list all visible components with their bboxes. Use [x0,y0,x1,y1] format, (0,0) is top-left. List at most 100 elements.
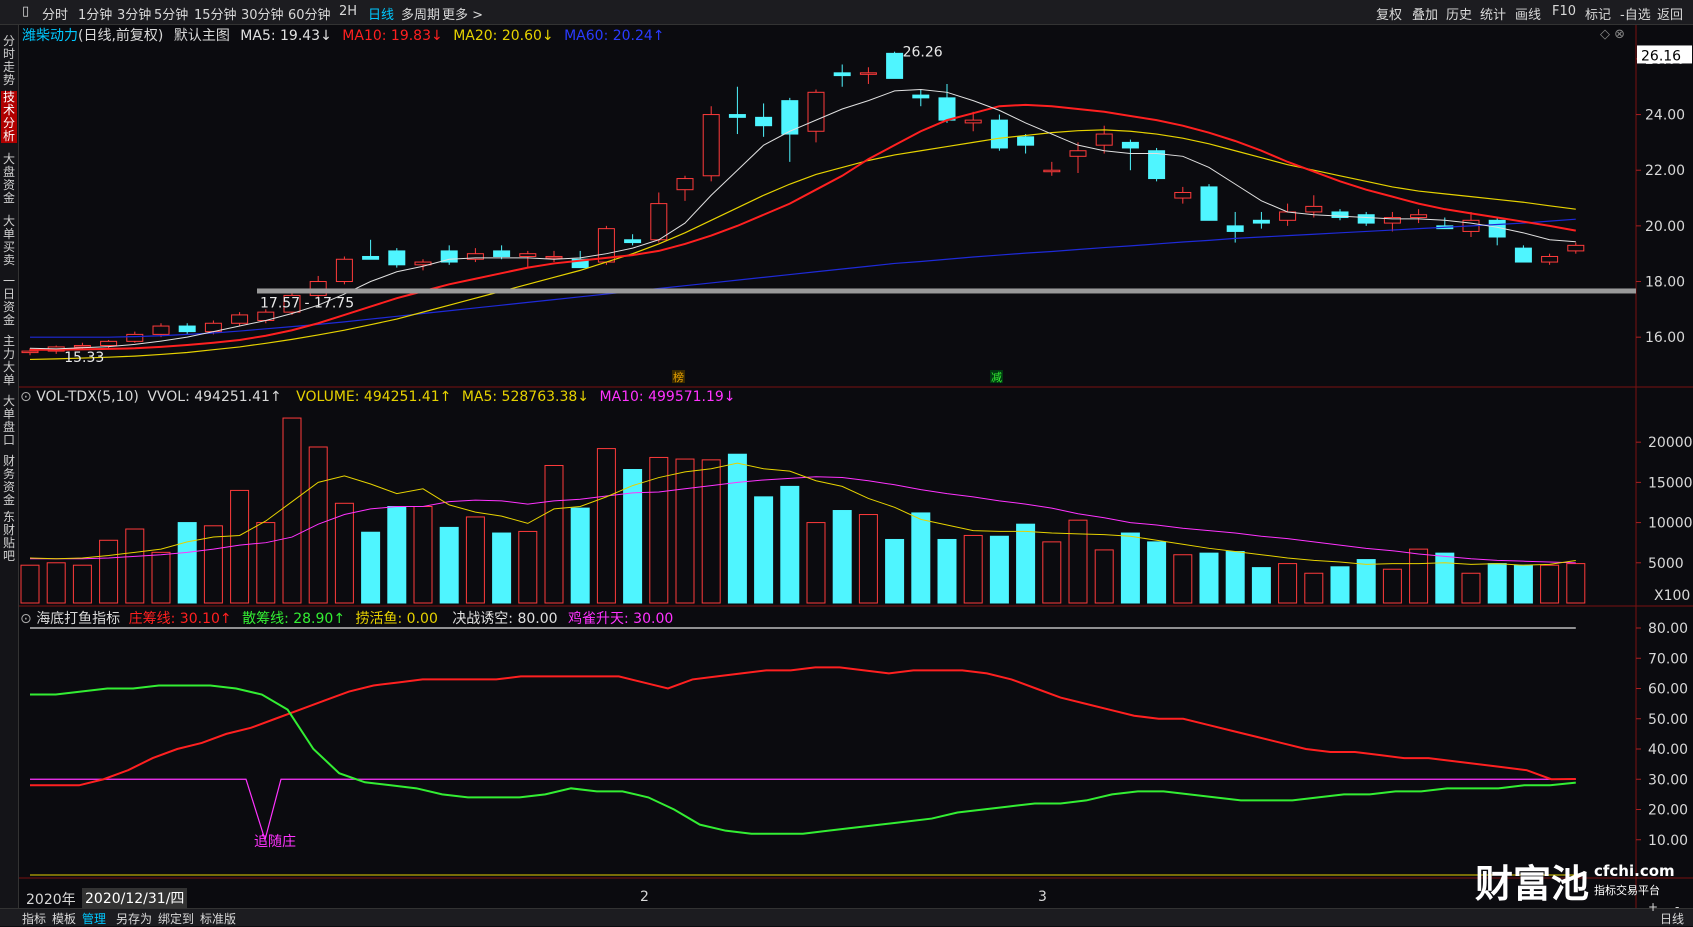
candle-body [964,119,982,124]
volume-bar [1540,564,1560,604]
period-tab-9[interactable]: 多周期 [401,4,440,23]
side-tab-7[interactable]: 财务资金 [1,455,17,507]
period-tab-8[interactable]: 日线 [368,4,394,23]
candle [1279,203,1297,226]
candle [231,312,249,327]
toolbar-button-5[interactable]: F10 [1552,4,1576,19]
high-price-label: 26.26 [903,45,943,61]
year-label: 2020年 [26,892,76,908]
toolbar-button-6[interactable]: 标记 [1585,4,1611,23]
period-tab-7[interactable]: 2H [339,4,357,19]
volume-tick-label: 15000 [1648,475,1693,491]
price-tick-label: 18.00 [1645,275,1685,291]
slogan-watermark: 指标交易平台 [1594,884,1660,897]
bottom-tab-1[interactable]: 模板 [52,910,76,927]
volume-bar [780,485,800,604]
stock-name[interactable]: 潍柴动力 [22,28,78,44]
indicator-header: ⊙ 海底打鱼指标 庄筹线: 30.10↑ 散筹线: 28.90↑ 捞活鱼: 0.… [20,608,673,628]
period-tab-2[interactable]: 3分钟 [117,4,151,23]
period-tab-10[interactable]: 更多 > [442,4,483,23]
volume-bar [1016,523,1036,604]
period-tab-3[interactable]: 5分钟 [154,4,188,23]
candle-body [1069,150,1087,157]
side-tab-1[interactable]: 技术分析 [1,91,17,143]
candle-body [362,255,380,260]
period-tab-4[interactable]: 15分钟 [194,4,237,23]
low-price-label: 15.33 [64,350,104,366]
indicator-tick-label: 60.00 [1648,682,1688,698]
volume-bar [1278,563,1298,604]
volume-bar [282,417,302,604]
toolbar-button-0[interactable]: 复权 [1376,4,1402,23]
candle-body [1514,247,1532,263]
candle [833,64,851,87]
panel-controls[interactable]: ◇ ⊗ [1600,27,1625,42]
volume-bar [72,564,92,604]
event-tag: 榜 [673,370,684,384]
volume-bar [596,448,616,604]
bottom-tab-3[interactable]: 另存为 [116,910,152,927]
toolbar-button-4[interactable]: 画线 [1515,4,1541,23]
side-tab-2[interactable]: 大盘资金 [1,153,17,205]
bottom-tab-2[interactable]: 管理 [82,910,106,927]
volume-bar [439,526,459,604]
candle-body [728,114,746,118]
candle-body [755,116,773,127]
candle-body [859,72,877,75]
candle [519,250,537,268]
bottom-tab-0[interactable]: 指标 [22,910,46,927]
volume-bar [754,496,774,604]
volume-bar [387,506,407,604]
side-tab-bar: 分时走势技术分析大盘资金大单买卖一日资金主力大单大单盘口财务资金东财贴吧 [0,25,19,910]
volume-bar [308,446,328,604]
zoom-out-button[interactable]: - [1675,900,1679,914]
volume-bar [727,453,747,604]
period-tab-5[interactable]: 30分钟 [241,4,284,23]
bottom-tab-4[interactable]: 绑定到 [158,910,194,927]
volume-bar [1068,519,1088,604]
toolbar-button-3[interactable]: 统计 [1480,4,1506,23]
volume-bar [1487,563,1507,604]
side-tab-6[interactable]: 大单盘口 [1,395,17,447]
main-template[interactable]: 默认主图 [174,28,230,44]
side-tab-0[interactable]: 分时走势 [1,35,17,87]
period-tab-1[interactable]: 1分钟 [78,4,112,23]
volume-bar [701,459,721,604]
month-label: 3 [1038,889,1047,905]
toolbar-button-2[interactable]: 历史 [1446,4,1472,23]
period-label[interactable]: 日线 [1660,910,1684,927]
volume-bar [963,534,983,604]
candle-body [388,250,406,266]
candle-body [1279,211,1297,221]
candle-body [1017,136,1035,146]
volume-bar [832,510,852,604]
indicator-tick-label: 40.00 [1648,742,1688,758]
collapse-icon[interactable]: ⊙ [20,389,32,405]
window-icon[interactable]: ▯ [22,4,29,19]
side-tab-8[interactable]: 东财贴吧 [1,511,17,563]
volume-bar [1304,572,1324,604]
collapse-icon[interactable]: ⊙ [20,611,32,627]
zoom-in-button[interactable]: + [1648,900,1658,914]
indicator-name[interactable]: 海底打鱼指标 [36,611,120,627]
volume-bar [675,458,695,604]
candle [912,89,930,107]
side-tab-5[interactable]: 主力大单 [1,335,17,387]
ma20-line [29,129,1576,361]
volume-bar [20,564,40,604]
vol-ma10-label: MA10: 499571.19↓ [599,389,736,405]
toolbar-button-8[interactable]: 返回 [1657,4,1683,23]
side-tab-4[interactable]: 一日资金 [1,275,17,327]
period-tab-6[interactable]: 60分钟 [288,4,331,23]
volume-bar [99,539,119,604]
vol-name[interactable]: VOL-TDX(5,10) [36,389,139,405]
toolbar-button-7[interactable]: -自选 [1620,4,1651,23]
candle-body [650,203,668,241]
indicator-tick-label: 20.00 [1648,803,1688,819]
candle [1069,142,1087,173]
candle-body [1410,214,1428,219]
side-tab-3[interactable]: 大单买卖 [1,215,17,267]
period-tab-0[interactable]: 分时 [42,4,68,23]
toolbar-button-1[interactable]: 叠加 [1412,4,1438,23]
bottom-tab-5[interactable]: 标准版 [200,910,236,927]
